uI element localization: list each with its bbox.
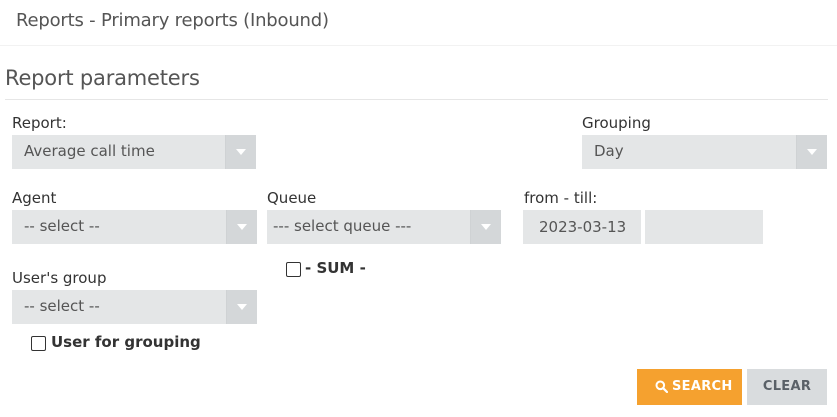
sum-checkbox[interactable] — [286, 262, 301, 277]
agent-select-value: -- select -- — [24, 217, 100, 235]
chevron-down-icon[interactable] — [797, 135, 827, 169]
search-button[interactable]: SEARCH — [637, 369, 742, 405]
grouping-label: Grouping — [582, 114, 651, 132]
search-button-label: SEARCH — [672, 379, 733, 394]
section-title: Report parameters — [5, 66, 200, 90]
queue-select[interactable]: --- select queue --- — [267, 210, 501, 244]
sum-checkbox-label[interactable]: - SUM - — [305, 259, 366, 277]
queue-label: Queue — [267, 189, 317, 207]
clear-button-label: CLEAR — [762, 379, 812, 394]
chevron-down-icon[interactable] — [226, 135, 256, 169]
report-label: Report: — [12, 114, 67, 132]
queue-select-value: --- select queue --- — [273, 217, 412, 235]
chevron-down-icon[interactable] — [471, 210, 501, 244]
chevron-down-icon[interactable] — [227, 210, 257, 244]
page-header: Reports - Primary reports (Inbound) — [0, 0, 837, 46]
user-for-grouping-label[interactable]: User for grouping — [51, 333, 201, 351]
date-from-input[interactable]: 2023-03-13 — [523, 210, 641, 244]
user-group-select-value: -- select -- — [24, 297, 100, 315]
user-group-select[interactable]: -- select -- — [12, 290, 257, 324]
grouping-select[interactable]: Day — [582, 135, 827, 169]
section-divider — [5, 99, 828, 100]
clear-button[interactable]: CLEAR — [747, 369, 827, 405]
page-title: Reports - Primary reports (Inbound) — [16, 10, 329, 31]
report-select-value: Average call time — [24, 142, 155, 160]
agent-select[interactable]: -- select -- — [12, 210, 257, 244]
user-for-grouping-checkbox[interactable] — [31, 336, 46, 351]
report-select[interactable]: Average call time — [12, 135, 256, 169]
chevron-down-icon[interactable] — [227, 290, 257, 324]
user-group-label: User's group — [12, 269, 107, 287]
date-range-label: from - till: — [524, 189, 598, 207]
date-from-value: 2023-03-13 — [539, 218, 627, 236]
date-till-input[interactable] — [645, 210, 763, 244]
search-icon — [655, 380, 668, 393]
grouping-select-value: Day — [594, 142, 624, 160]
agent-label: Agent — [12, 189, 57, 207]
